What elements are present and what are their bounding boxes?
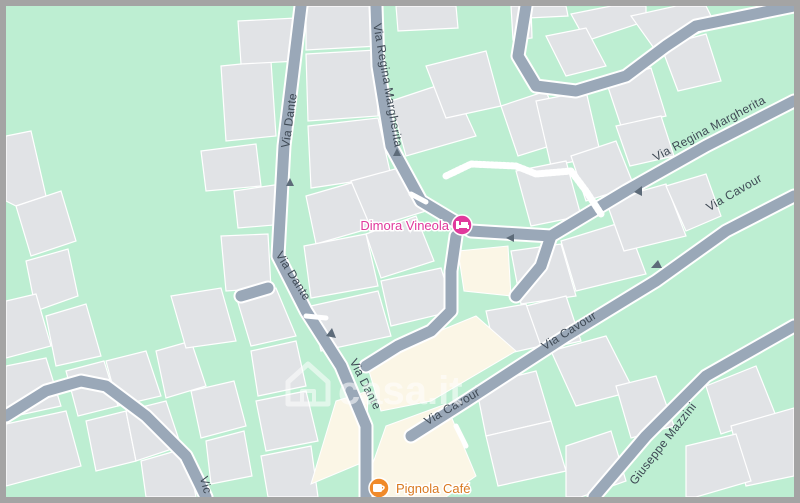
watermark-text: casa.it: [338, 369, 463, 413]
coffee-cup-icon: [368, 477, 390, 497]
hotel-bed-icon: [451, 214, 473, 236]
poi-pignola-cafe[interactable]: Pignola Café: [368, 477, 472, 497]
map-canvas[interactable]: Via Dante Via Dante Via Dante Via Regina…: [6, 6, 794, 497]
poi-dimora-vineola[interactable]: Dimora Vineola: [359, 214, 473, 236]
poi-label-pignola-cafe: Pignola Café: [396, 481, 470, 496]
poi-label-dimora-vineola: Dimora Vineola: [360, 218, 449, 233]
map-frame: Via Dante Via Dante Via Dante Via Regina…: [0, 0, 800, 503]
